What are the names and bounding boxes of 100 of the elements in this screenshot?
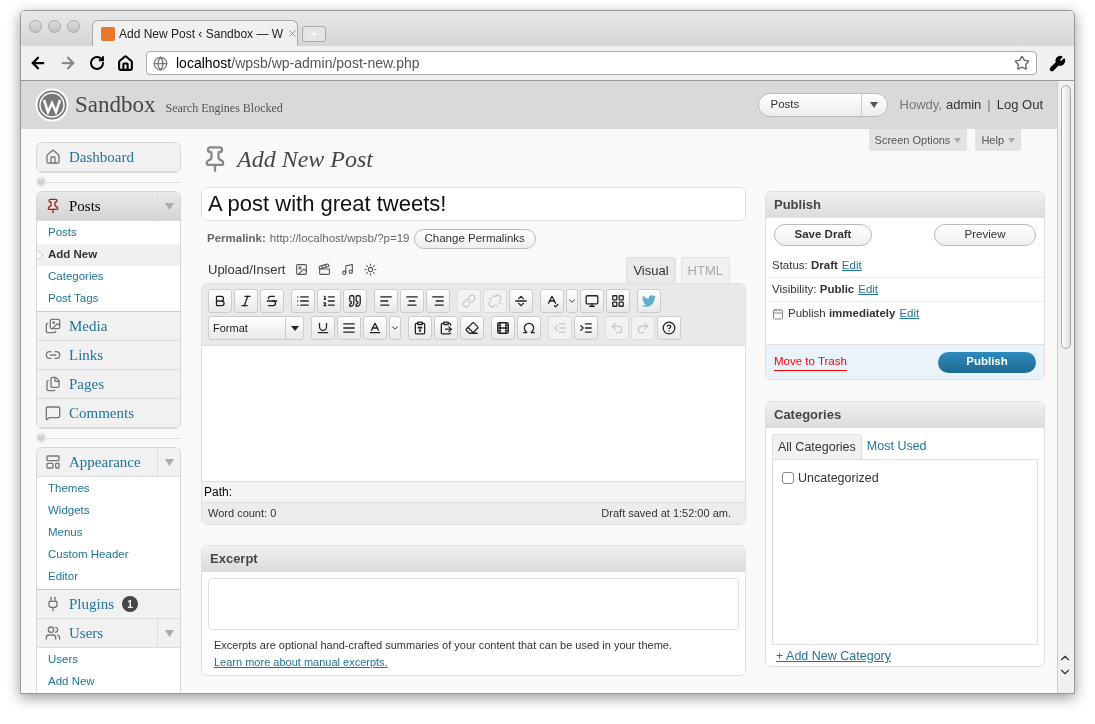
separator-text: | xyxy=(987,96,991,115)
edit-link[interactable]: Edit xyxy=(899,305,920,323)
submenu-item[interactable]: Menus xyxy=(37,522,180,544)
scrollbar[interactable] xyxy=(1057,81,1074,693)
excerpt-field[interactable] xyxy=(208,578,739,630)
submenu-item[interactable]: Posts xyxy=(37,222,180,244)
image-icon[interactable] xyxy=(295,262,309,276)
checkbox[interactable] xyxy=(782,472,794,485)
paste-text-button[interactable] xyxy=(408,316,432,340)
align-left-button[interactable] xyxy=(374,289,398,313)
site-name[interactable]: Sandbox xyxy=(75,87,156,123)
category-label: Uncategorized xyxy=(798,470,879,487)
publish-button[interactable]: Publish xyxy=(938,351,1036,373)
save-draft-button[interactable]: Save Draft xyxy=(774,224,872,246)
menu-item[interactable]: Dashboard xyxy=(37,143,180,171)
back-icon[interactable] xyxy=(29,54,47,72)
change-permalinks-button[interactable]: Change Permalinks xyxy=(413,229,536,249)
menu-item[interactable]: Media xyxy=(37,312,180,340)
category-tab[interactable]: Most Used xyxy=(861,434,932,459)
add-category-link[interactable]: + Add New Category xyxy=(772,647,891,666)
preview-button[interactable]: Preview xyxy=(934,224,1036,246)
spellcheck-button[interactable] xyxy=(540,289,564,313)
bold-button[interactable] xyxy=(208,289,232,313)
align-center-icon xyxy=(405,294,419,308)
underline-button[interactable] xyxy=(311,316,335,340)
numbered-list-button[interactable] xyxy=(317,289,341,313)
outdent-icon xyxy=(553,321,567,335)
logo-icon xyxy=(35,88,69,122)
screen-meta-tab[interactable]: Help xyxy=(975,129,1021,151)
layout-icon xyxy=(45,454,61,470)
submenu-item[interactable]: Post Tags xyxy=(37,288,180,310)
panel-title: Excerpt xyxy=(210,549,258,568)
submenu-item[interactable]: Editor xyxy=(37,566,180,588)
indent-button[interactable] xyxy=(574,316,598,340)
strikethrough-icon xyxy=(265,294,279,308)
menu-item[interactable]: Plugins xyxy=(37,590,122,618)
logout-link[interactable]: Log Out xyxy=(996,95,1043,115)
fullscreen-icon xyxy=(585,294,599,308)
help-button[interactable] xyxy=(657,316,681,340)
fullscreen-button[interactable] xyxy=(580,289,604,313)
caret-icon xyxy=(164,629,174,637)
music-note-icon[interactable] xyxy=(341,262,355,276)
caret-icon xyxy=(164,202,174,210)
edit-link[interactable]: Edit xyxy=(841,256,862,275)
kitchen-sink-button[interactable] xyxy=(606,289,630,313)
move-to-trash-link[interactable]: Move to Trash xyxy=(774,352,847,372)
edit-link[interactable]: Edit xyxy=(858,280,879,299)
category-tab[interactable]: All Categories xyxy=(772,434,862,459)
site-note: Search Engines Blocked xyxy=(165,100,283,117)
learn-more-link[interactable]: Learn more about manual excerpts. xyxy=(208,653,388,670)
editor-tab[interactable]: Visual xyxy=(626,257,676,283)
link-icon xyxy=(462,294,476,308)
menu-item[interactable]: Comments xyxy=(37,399,180,427)
omega-button[interactable] xyxy=(517,316,541,340)
submenu-item[interactable]: Add New xyxy=(37,671,180,693)
video-icon[interactable] xyxy=(318,262,332,276)
menu-item[interactable]: Links xyxy=(37,341,180,369)
blockquote-icon xyxy=(348,294,362,308)
justify-button[interactable] xyxy=(337,316,361,340)
close-icon[interactable] xyxy=(287,28,299,39)
bullet-list-button[interactable] xyxy=(291,289,315,313)
submenu-item[interactable]: Custom Header xyxy=(37,544,180,566)
user-link[interactable]: admin xyxy=(945,95,982,115)
submenu-item[interactable]: Add New xyxy=(37,244,180,266)
format-select[interactable]: Format xyxy=(208,316,304,340)
address-bar[interactable]: localhost/wpsb/wp-admin/post-new.php xyxy=(146,51,1037,75)
menu-item[interactable]: Pages xyxy=(37,370,180,398)
blockquote-button[interactable] xyxy=(343,289,367,313)
home-icon[interactable] xyxy=(117,54,134,72)
film-button[interactable] xyxy=(491,316,515,340)
more-button[interactable] xyxy=(509,289,533,313)
text-color-button[interactable] xyxy=(363,316,387,340)
submenu-item[interactable]: Widgets xyxy=(37,500,180,522)
italic-button[interactable] xyxy=(234,289,258,313)
eraser-button[interactable] xyxy=(460,316,484,340)
reload-icon[interactable] xyxy=(89,55,105,71)
align-center-button[interactable] xyxy=(400,289,424,313)
paste-text-icon xyxy=(413,321,427,335)
star-icon[interactable] xyxy=(1014,55,1030,71)
star-burst-icon[interactable] xyxy=(364,262,378,276)
align-right-button[interactable] xyxy=(426,289,450,313)
publish-info-text: Visibility: Public xyxy=(772,281,855,297)
paste-document-button[interactable] xyxy=(434,316,458,340)
submenu-item[interactable]: Themes xyxy=(37,478,180,500)
browser-tab[interactable]: Add New Post ‹ Sandbox — W xyxy=(92,20,298,46)
caret-icon xyxy=(870,102,879,108)
caret-icon xyxy=(954,137,962,143)
bold-icon xyxy=(213,294,227,308)
screen-meta-tab[interactable]: Screen Options xyxy=(868,129,968,151)
title-field[interactable]: A post with great tweets! xyxy=(201,187,746,221)
favorites-dropdown[interactable]: Posts xyxy=(757,93,888,117)
word-count: Word count: 0 xyxy=(208,506,277,522)
unlink-icon xyxy=(488,294,502,308)
strikethrough-button[interactable] xyxy=(260,289,284,313)
submenu-item[interactable]: Categories xyxy=(37,266,180,288)
pushpin-icon xyxy=(45,198,61,214)
wrench-icon[interactable] xyxy=(1049,54,1066,72)
speech-bubble-icon xyxy=(45,405,61,421)
submenu-item[interactable]: Users xyxy=(37,649,180,671)
align-right-icon xyxy=(431,294,445,308)
